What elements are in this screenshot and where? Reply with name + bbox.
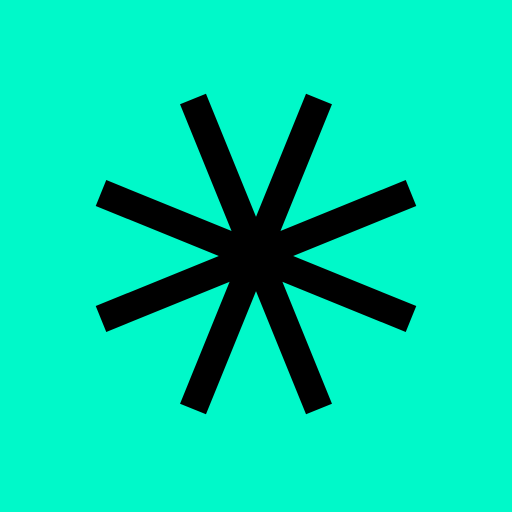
app-icon-canvas: [0, 0, 512, 512]
asterisk-icon: [95, 93, 417, 415]
